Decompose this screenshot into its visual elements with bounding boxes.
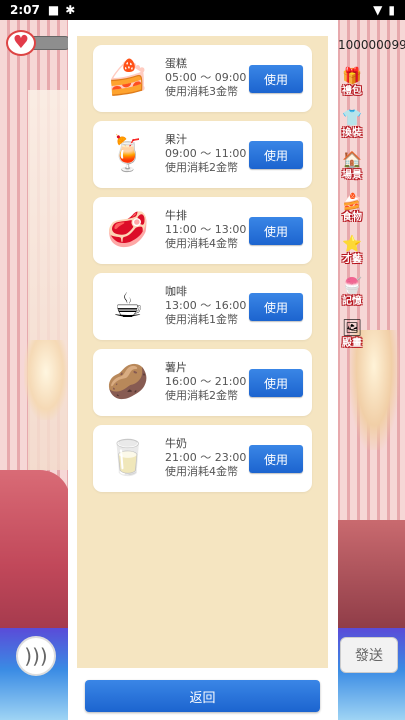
side-menu: 🎁 禮包 👕 換裝 🏠 場景 🍰 食物 ⭐ 才藝 🍧 記憶 🖼 殿畫 [337,64,371,358]
back-button[interactable]: 返回 [85,680,320,712]
food-name: 咖啡 [165,285,187,298]
side-btn-memory[interactable]: 🍧 記憶 [337,274,367,310]
food-cost: 使用消耗4金幣 [165,465,238,478]
food-list-panel: 🍰 蛋糕 05:00 ～ 09:00 使用消耗3金幣 使用 🍹 果汁 09:00… [77,36,328,668]
chips-icon: 🥔 [106,362,150,402]
affection-gauge: ♥ [6,30,72,56]
food-time: 09:00 ～ 11:00 [165,147,247,160]
food-item-chips: 🥔 薯片 16:00 ～ 21:00 使用消耗2金幣 使用 [93,349,312,416]
food-item-coffee: ☕ 咖啡 13:00 ～ 16:00 使用消耗1金幣 使用 [93,273,312,340]
coffee-icon: ☕ [112,286,144,326]
side-btn-outfit[interactable]: 👕 換裝 [337,106,367,142]
side-btn-gift[interactable]: 🎁 禮包 [337,64,367,100]
use-button-steak[interactable]: 使用 [249,217,303,245]
use-button-milk[interactable]: 使用 [249,445,303,473]
side-btn-label: 場景 [342,170,362,181]
food-text: 咖啡 13:00 ～ 16:00 使用消耗1金幣 [165,285,246,327]
food-cost: 使用消耗3金幣 [165,85,238,98]
side-btn-label: 換裝 [342,128,362,139]
food-time: 13:00 ～ 16:00 [165,299,247,312]
coin-count: 100000099 [338,38,405,52]
food-time: 11:00 ～ 13:00 [165,223,247,236]
food-text: 牛奶 21:00 ～ 23:00 使用消耗4金幣 [165,437,246,479]
food-time: 16:00 ～ 21:00 [165,375,247,388]
voice-input-button[interactable]: ))) [16,636,56,676]
food-text: 牛排 11:00 ～ 13:00 使用消耗4金幣 [165,209,246,251]
status-bar: 2:07 ■ ✱ ▼ ▮ [0,0,405,20]
food-time: 05:00 ～ 09:00 [165,71,247,84]
food-item-milk: 🥛 牛奶 21:00 ～ 23:00 使用消耗4金幣 使用 [93,425,312,492]
food-cost: 使用消耗4金幣 [165,237,238,250]
food-text: 蛋糕 05:00 ～ 09:00 使用消耗3金幣 [165,57,246,99]
use-button-coffee[interactable]: 使用 [249,293,303,321]
wifi-icon: ▼ [373,3,383,17]
milk-icon: 🥛 [106,438,150,478]
food-time: 21:00 ～ 23:00 [165,451,247,464]
food-name: 蛋糕 [165,57,187,70]
status-time: 2:07 [10,3,40,17]
food-cost: 使用消耗2金幣 [165,161,238,174]
side-btn-scene[interactable]: 🏠 場景 [337,148,367,184]
food-name: 果汁 [165,133,187,146]
food-dialog: 🍰 蛋糕 05:00 ～ 09:00 使用消耗3金幣 使用 🍹 果汁 09:00… [68,20,338,720]
armchair [335,520,405,630]
side-btn-food[interactable]: 🍰 食物 [337,190,367,226]
wall-lamp-left [24,340,68,420]
notification-square-icon: ■ [47,3,60,17]
bug-icon: ✱ [65,3,76,17]
use-button-juice[interactable]: 使用 [249,141,303,169]
steak-icon: 🥩 [106,210,150,250]
food-item-cake: 🍰 蛋糕 05:00 ～ 09:00 使用消耗3金幣 使用 [93,45,312,112]
use-button-cake[interactable]: 使用 [249,65,303,93]
use-button-chips[interactable]: 使用 [249,369,303,397]
juice-icon: 🍹 [106,134,150,174]
food-item-steak: 🥩 牛排 11:00 ～ 13:00 使用消耗4金幣 使用 [93,197,312,264]
food-cost: 使用消耗1金幣 [165,313,238,326]
voice-wave-icon: ))) [24,644,48,668]
food-name: 牛奶 [165,437,187,450]
side-btn-label: 食物 [342,212,362,223]
cake-icon: 🍰 [106,58,150,98]
side-btn-label: 記憶 [342,296,362,307]
food-name: 薯片 [165,361,187,374]
side-btn-talent[interactable]: ⭐ 才藝 [337,232,367,268]
battery-icon: ▮ [388,3,395,17]
side-btn-label: 禮包 [342,86,362,97]
food-item-juice: 🍹 果汁 09:00 ～ 11:00 使用消耗2金幣 使用 [93,121,312,188]
side-btn-label: 才藝 [342,254,362,265]
food-name: 牛排 [165,209,187,222]
bed [0,470,70,630]
food-list: 🍰 蛋糕 05:00 ～ 09:00 使用消耗3金幣 使用 🍹 果汁 09:00… [93,45,312,501]
food-text: 薯片 16:00 ～ 21:00 使用消耗2金幣 [165,361,246,403]
send-button[interactable]: 發送 [340,637,398,673]
food-text: 果汁 09:00 ～ 11:00 使用消耗2金幣 [165,133,246,175]
food-cost: 使用消耗2金幣 [165,389,238,402]
side-btn-shop[interactable]: 🖼 殿畫 [337,316,367,352]
side-btn-label: 殿畫 [342,338,362,349]
heart-icon: ♥ [6,30,36,56]
